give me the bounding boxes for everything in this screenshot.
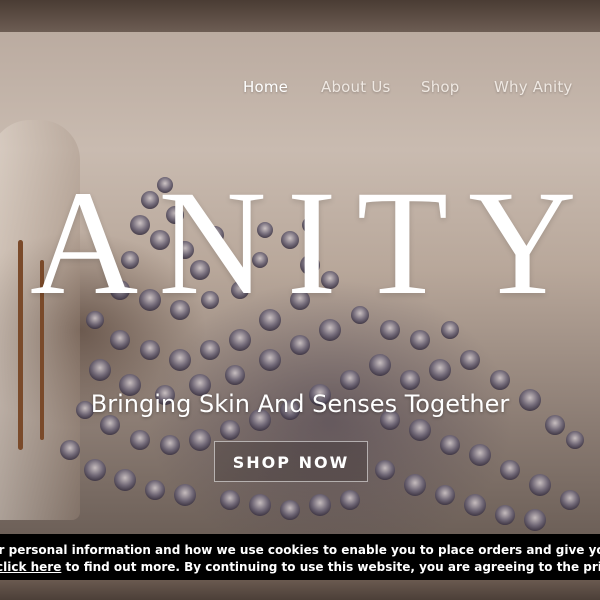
nav-item-why-anity[interactable]: Why Anity: [494, 78, 572, 96]
nav-item-home[interactable]: Home: [243, 78, 288, 96]
brand-logo-text: ANITY: [30, 160, 597, 326]
cookie-banner: ur personal information and how we use c…: [0, 534, 600, 580]
hero-background: Home About Us Shop Why Anity ANITY Bring…: [0, 0, 600, 600]
cookie-click-here-link[interactable]: click here: [0, 560, 61, 574]
nav-item-about-us[interactable]: About Us: [321, 78, 391, 96]
nav-item-shop[interactable]: Shop: [421, 78, 460, 96]
bottom-band: [0, 580, 600, 600]
hero-tagline: Bringing Skin And Senses Together: [0, 390, 600, 418]
cookie-banner-line1: ur personal information and how we use c…: [0, 543, 600, 557]
cookie-banner-line2-text: to find out more. By continuing to use t…: [65, 560, 600, 574]
hero-tagline-text: Bringing Skin And Senses Together: [90, 390, 510, 418]
cookie-banner-line2: click here to find out more. By continui…: [0, 560, 600, 574]
shop-now-button[interactable]: SHOP NOW: [214, 441, 368, 482]
main-navigation: Home About Us Shop Why Anity: [0, 78, 600, 100]
